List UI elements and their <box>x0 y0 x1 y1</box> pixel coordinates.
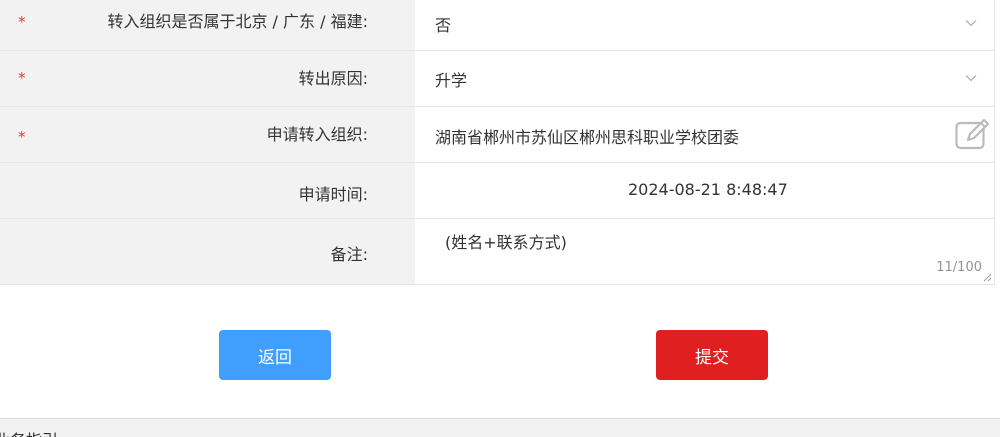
guide-section: 业务指引 <box>0 418 1000 437</box>
label-cell: 备注: <box>0 219 415 285</box>
char-counter: 11/100 <box>936 260 982 275</box>
label-cell: * 转出原因: <box>0 51 415 107</box>
label-region: 转入组织是否属于北京 / 广东 / 福建: <box>107 12 368 31</box>
chevron-down-icon <box>965 75 977 82</box>
back-button[interactable]: 返回 <box>219 330 331 380</box>
region-select-value: 否 <box>435 16 452 35</box>
target-org-value: 湖南省郴州市苏仙区郴州思科职业学校团委 <box>435 128 740 147</box>
reason-select[interactable]: 升学 <box>415 51 995 107</box>
chevron-down-icon <box>965 20 977 27</box>
guide-title: 业务指引 <box>0 427 58 437</box>
required-mark: * <box>18 69 26 87</box>
label-cell: * 申请转入组织: <box>0 107 415 163</box>
label-target-org: 申请转入组织: <box>266 125 368 144</box>
region-select[interactable]: 否 <box>415 0 995 51</box>
resize-handle-icon[interactable] <box>983 273 992 282</box>
required-mark: * <box>18 13 26 31</box>
reason-select-value: 升学 <box>435 71 468 90</box>
form-row-apply-time: 申请时间: 2024-08-21 8:48:47 <box>0 163 995 219</box>
remark-text: (姓名+联系方式) <box>445 233 567 252</box>
required-mark: * <box>18 128 26 146</box>
form-row-remark: 备注: (姓名+联系方式) 11/100 <box>0 219 995 285</box>
label-apply-time: 申请时间: <box>298 185 368 204</box>
form-row-reason: * 转出原因: 升学 <box>0 51 995 107</box>
label-remark: 备注: <box>330 245 368 264</box>
label-cell: 申请时间: <box>0 163 415 219</box>
submit-button[interactable]: 提交 <box>656 330 768 380</box>
label-reason: 转出原因: <box>298 69 368 88</box>
apply-time-value: 2024-08-21 8:48:47 <box>628 180 788 199</box>
apply-time-field: 2024-08-21 8:48:47 <box>415 163 995 219</box>
target-org-field[interactable]: 湖南省郴州市苏仙区郴州思科职业学校团委 <box>415 107 995 163</box>
form-row-region: * 转入组织是否属于北京 / 广东 / 福建: 否 <box>0 0 995 51</box>
form-row-target-org: * 申请转入组织: 湖南省郴州市苏仙区郴州思科职业学校团委 <box>0 107 995 163</box>
remark-textarea[interactable]: (姓名+联系方式) 11/100 <box>415 219 995 285</box>
label-cell: * 转入组织是否属于北京 / 广东 / 福建: <box>0 0 415 51</box>
edit-icon[interactable] <box>954 118 990 152</box>
